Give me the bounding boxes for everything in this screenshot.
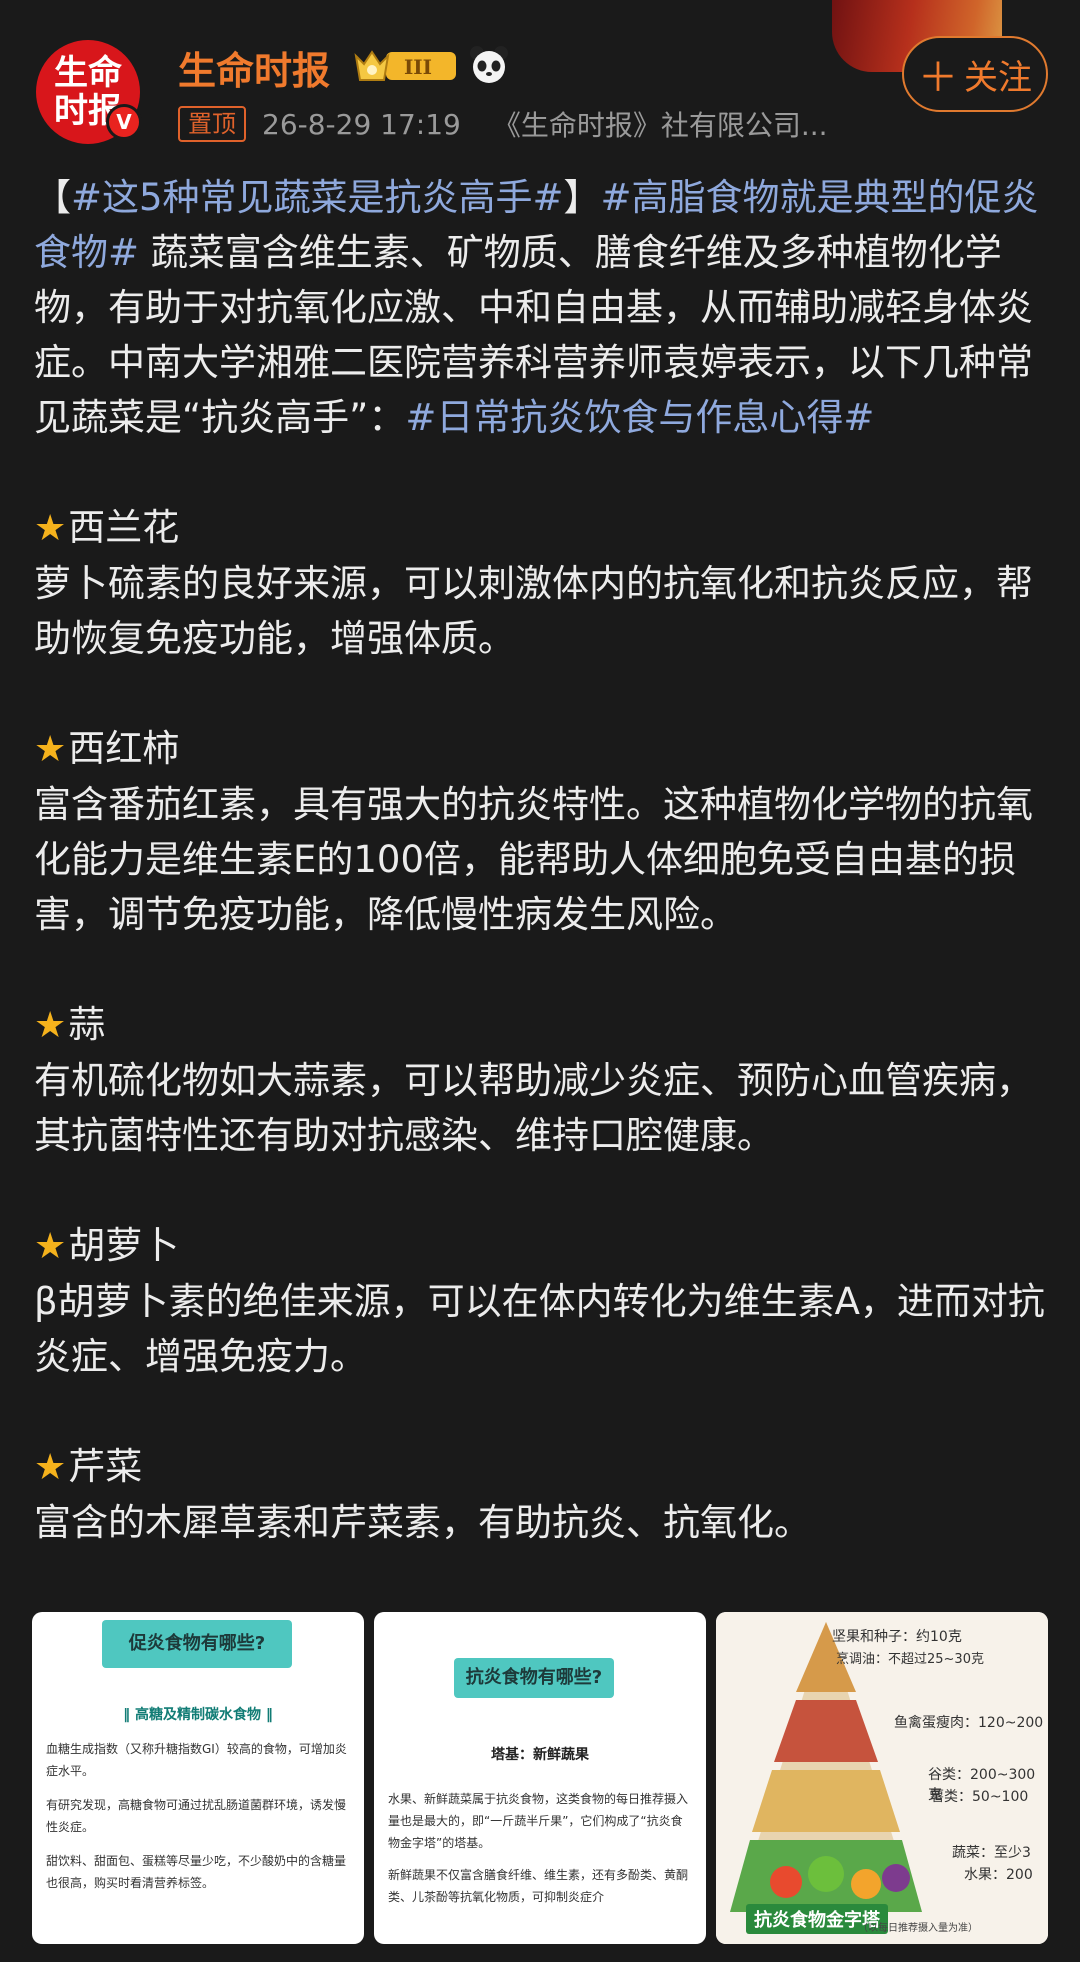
post-text: 】 xyxy=(563,176,601,219)
post-body: 【#这5种常见蔬菜是抗炎高手#】#高脂食物就是典型的促炎食物# 蔬菜富含维生素、… xyxy=(34,170,1046,1550)
follow-button[interactable]: ＋ 关注 xyxy=(902,36,1048,112)
post-intro: 【#这5种常见蔬菜是抗炎高手#】#高脂食物就是典型的促炎食物# 蔬菜富含维生素、… xyxy=(34,170,1046,445)
image1-paragraph: 血糖生成指数（又称升糖指数GI）较高的食物，可增加炎症水平。 xyxy=(46,1742,347,1778)
verified-badge-icon: V xyxy=(106,104,142,140)
image2-banner: 抗炎食物有哪些? xyxy=(454,1658,614,1698)
avatar-text-1: 生命 xyxy=(54,53,122,93)
post-header: 生命 时报 V 生命时报 III 置顶 26-8-29 17:19 《生命时报》… xyxy=(0,0,1080,150)
hashtag-link[interactable]: #日常抗炎饮食与作息心得# xyxy=(405,396,874,439)
star-icon: ★ xyxy=(34,508,67,549)
post-image-3[interactable]: 坚果和种子：约10克 烹调油：不超过25~30克 鱼禽蛋瘦肉：120~200 谷… xyxy=(716,1612,1048,1944)
hashtag-link[interactable]: #这5种常见蔬菜是抗炎高手# xyxy=(71,176,564,219)
vegetable-name: 西红柿 xyxy=(68,727,180,770)
food-pyramid-illustration: 坚果和种子：约10克 烹调油：不超过25~30克 鱼禽蛋瘦肉：120~200 谷… xyxy=(716,1612,1048,1944)
pyramid-label: 水果：200 xyxy=(964,1867,1033,1883)
vegetable-description: 有机硫化物如大蒜素，可以帮助减少炎症、预防心血管疾病，其抗菌特性还有助对抗感染、… xyxy=(34,1059,1033,1157)
image1-paragraph: 有研究发现，高糖食物可通过扰乱肠道菌群环境，诱发慢性炎症。 xyxy=(46,1798,347,1834)
vegetable-name: 胡萝卜 xyxy=(68,1224,180,1267)
vegetable-name: 芹菜 xyxy=(68,1445,143,1488)
panda-icon xyxy=(470,46,508,83)
level-badge-text: III xyxy=(404,55,432,79)
pyramid-label: 坚果和种子：约10克 xyxy=(832,1629,962,1645)
star-icon: ★ xyxy=(34,1226,67,1267)
vegetable-item-title: ★蒜 xyxy=(34,997,1046,1053)
vegetable-name: 西兰花 xyxy=(68,506,180,549)
account-name[interactable]: 生命时报 xyxy=(178,40,330,95)
post-source: 《生命时报》社有限公司... xyxy=(492,109,828,142)
pyramid-subtitle: （以每日推荐摄入量为准） xyxy=(858,1923,978,1934)
vegetable-item-title: ★西兰花 xyxy=(34,500,1046,556)
image2-paragraph: 水果、新鲜蔬菜属于抗炎食物，这类食物的每日推荐摄入量也是最大的，即“一斤蔬半斤果… xyxy=(388,1792,689,1850)
vegetable-description: β胡萝卜素的绝佳来源，可以在体内转化为维生素A，进而对抗炎症、增强免疫力。 xyxy=(34,1280,1045,1378)
pyramid-label: 薯类：50~100 xyxy=(930,1789,1029,1805)
plus-icon: ＋ xyxy=(918,55,958,101)
vegetable-item-title: ★胡萝卜 xyxy=(34,1218,1046,1274)
post-image-2[interactable]: 抗炎食物有哪些? 塔基：新鲜蔬果 水果、新鲜蔬菜属于抗炎食物，这类食物的每日推荐… xyxy=(374,1612,706,1944)
image1-paragraph: 甜饮料、甜面包、蛋糕等尽量少吃，不少酸奶中的含糖量也很高，购买时看清营养标签。 xyxy=(46,1854,347,1890)
pyramid-label: 蔬菜：至少3 xyxy=(952,1845,1031,1861)
image2-paragraph: 新鲜蔬果不仅富含膳食纤维、维生素，还有多酚类、黄酮类、儿茶酚等抗氧化物质，可抑制… xyxy=(388,1868,689,1904)
pyramid-label: 烹调油：不超过25~30克 xyxy=(836,1652,984,1667)
image2-text: 水果、新鲜蔬菜属于抗炎食物，这类食物的每日推荐摄入量也是最大的，即“一斤蔬半斤果… xyxy=(388,1788,692,1908)
image1-text: 血糖生成指数（又称升糖指数GI）较高的食物，可增加炎症水平。 有研究发现，高糖食… xyxy=(46,1738,350,1894)
avatar[interactable]: 生命 时报 V xyxy=(36,40,142,144)
vegetable-description: 富含番茄红素，具有强大的抗炎特性。这种植物化学物的抗氧化能力是维生素E的100倍… xyxy=(34,783,1033,936)
image1-heading: ‖ 高糖及精制碳水食物 ‖ xyxy=(123,1707,273,1723)
vegetable-list: ★西兰花 萝卜硫素的良好来源，可以刺激体内的抗氧化和抗炎反应，帮助恢复免疫功能，增… xyxy=(34,445,1046,1550)
post-meta: 置顶 26-8-29 17:19 《生命时报》社有限公司... xyxy=(178,104,828,144)
follow-label: 关注 xyxy=(964,57,1032,98)
image2-heading: 塔基：新鲜蔬果 xyxy=(491,1747,589,1763)
star-icon: ★ xyxy=(34,1447,67,1488)
post-text: 【 xyxy=(34,176,71,219)
pyramid-label: 鱼禽蛋瘦肉：120~200 xyxy=(894,1715,1044,1731)
vegetable-item-title: ★西红柿 xyxy=(34,721,1046,777)
vegetable-item-title: ★芹菜 xyxy=(34,1439,1046,1495)
image1-banner: 促炎食物有哪些? xyxy=(102,1620,292,1668)
member-crown-badge-icon: III xyxy=(354,50,456,81)
vegetable-description: 萝卜硫素的良好来源，可以刺激体内的抗氧化和抗炎反应，帮助恢复免疫功能，增强体质。 xyxy=(34,562,1033,660)
star-icon: ★ xyxy=(34,1005,67,1046)
vegetable-description: 富含的木犀草素和芹菜素，有助抗炎、抗氧化。 xyxy=(34,1501,811,1544)
vegetable-name: 蒜 xyxy=(68,1003,106,1046)
star-icon: ★ xyxy=(34,729,67,770)
post-timestamp: 26-8-29 17:19 xyxy=(262,107,461,141)
pinned-label: 置顶 xyxy=(178,106,246,142)
post-image-1[interactable]: 促炎食物有哪些? ‖ 高糖及精制碳水食物 ‖ 血糖生成指数（又称升糖指数GI）较… xyxy=(32,1612,364,1944)
image-grid: 促炎食物有哪些? ‖ 高糖及精制碳水食物 ‖ 血糖生成指数（又称升糖指数GI）较… xyxy=(32,1612,1048,1944)
